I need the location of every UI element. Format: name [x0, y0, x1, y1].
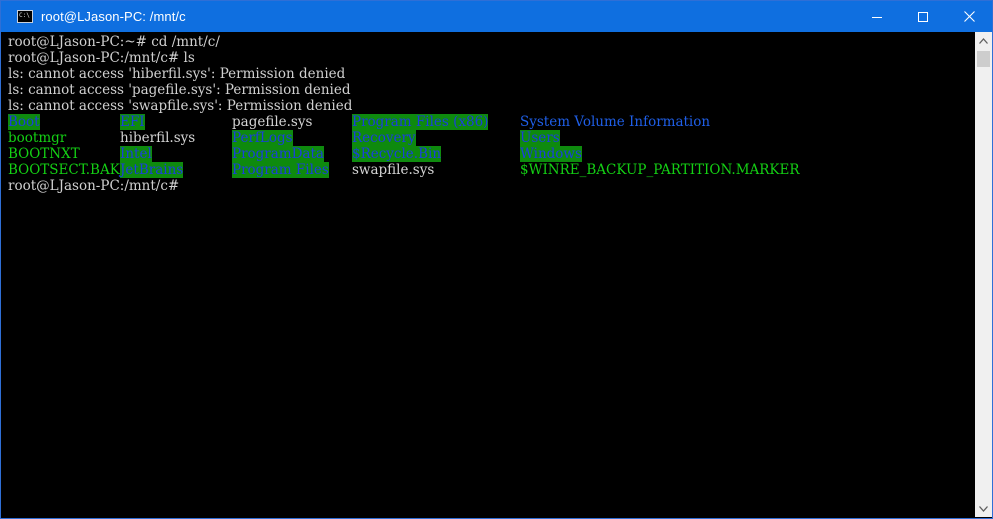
terminal-line: root@LJason-PC:/mnt/c# ls	[8, 50, 195, 66]
listing-entry-dir: JetBrains	[120, 162, 184, 178]
window-title: root@LJason-PC: /mnt/c	[41, 9, 186, 24]
listing-entry-dir: Users	[520, 130, 560, 146]
listing-entry-dir: Boot	[8, 114, 40, 130]
vertical-scrollbar[interactable]	[975, 32, 992, 517]
listing-entry-dir: PerfLogs	[232, 130, 293, 146]
minimize-icon	[872, 16, 882, 18]
terminal-line: root@LJason-PC:~# cd /mnt/c/	[8, 34, 220, 50]
terminal-window: root@LJason-PC: /mnt/c root@LJason-PC:~#…	[0, 0, 993, 519]
minimize-button[interactable]	[854, 1, 900, 32]
listing-entry-dir: Windows	[520, 146, 582, 162]
maximize-button[interactable]	[900, 1, 946, 32]
terminal-line: ls: cannot access 'pagefile.sys': Permis…	[8, 82, 351, 98]
terminal-line: ls: cannot access 'hiberfil.sys': Permis…	[8, 66, 346, 82]
listing-entry-file: BOOTNXT	[8, 146, 80, 162]
listing-entry-file: bootmgr	[8, 130, 67, 146]
listing-entry-file: BOOTSECT.BAK	[8, 162, 120, 178]
title-bar[interactable]: root@LJason-PC: /mnt/c	[1, 1, 992, 32]
close-button[interactable]	[946, 1, 992, 32]
terminal-line: ls: cannot access 'swapfile.sys': Permis…	[8, 98, 353, 114]
listing-entry-dir: Program Files (x86)	[352, 114, 489, 130]
listing-entry-file: $WINRE_BACKUP_PARTITION.MARKER	[520, 162, 800, 178]
chevron-up-icon	[979, 37, 988, 44]
listing-entry-dir: $Recycle.Bin	[352, 146, 442, 162]
close-icon	[963, 11, 975, 22]
scroll-down-button[interactable]	[975, 500, 992, 517]
scrollbar-thumb[interactable]	[977, 51, 990, 67]
maximize-icon	[918, 11, 928, 22]
scroll-up-button[interactable]	[975, 32, 992, 49]
listing-entry-file: pagefile.sys	[232, 114, 313, 130]
listing-entry-dir: System Volume Information	[520, 114, 711, 130]
listing-entry-file: hiberfil.sys	[120, 130, 196, 146]
chevron-down-icon	[979, 505, 988, 512]
listing-entry-dir: Recovery	[352, 130, 416, 146]
terminal-prompt: root@LJason-PC:/mnt/c#	[8, 178, 180, 194]
window-controls	[854, 1, 992, 32]
listing-entry-file: swapfile.sys	[352, 162, 435, 178]
listing-entry-dir: Program Files	[232, 162, 329, 178]
listing-entry-dir: ProgramData	[232, 146, 324, 162]
listing-entry-dir: Intel	[120, 146, 152, 162]
terminal-output[interactable]: root@LJason-PC:~# cd /mnt/c/ root@LJason…	[1, 32, 967, 517]
listing-entry-dir: EFI	[120, 114, 145, 130]
console-icon	[17, 10, 33, 23]
